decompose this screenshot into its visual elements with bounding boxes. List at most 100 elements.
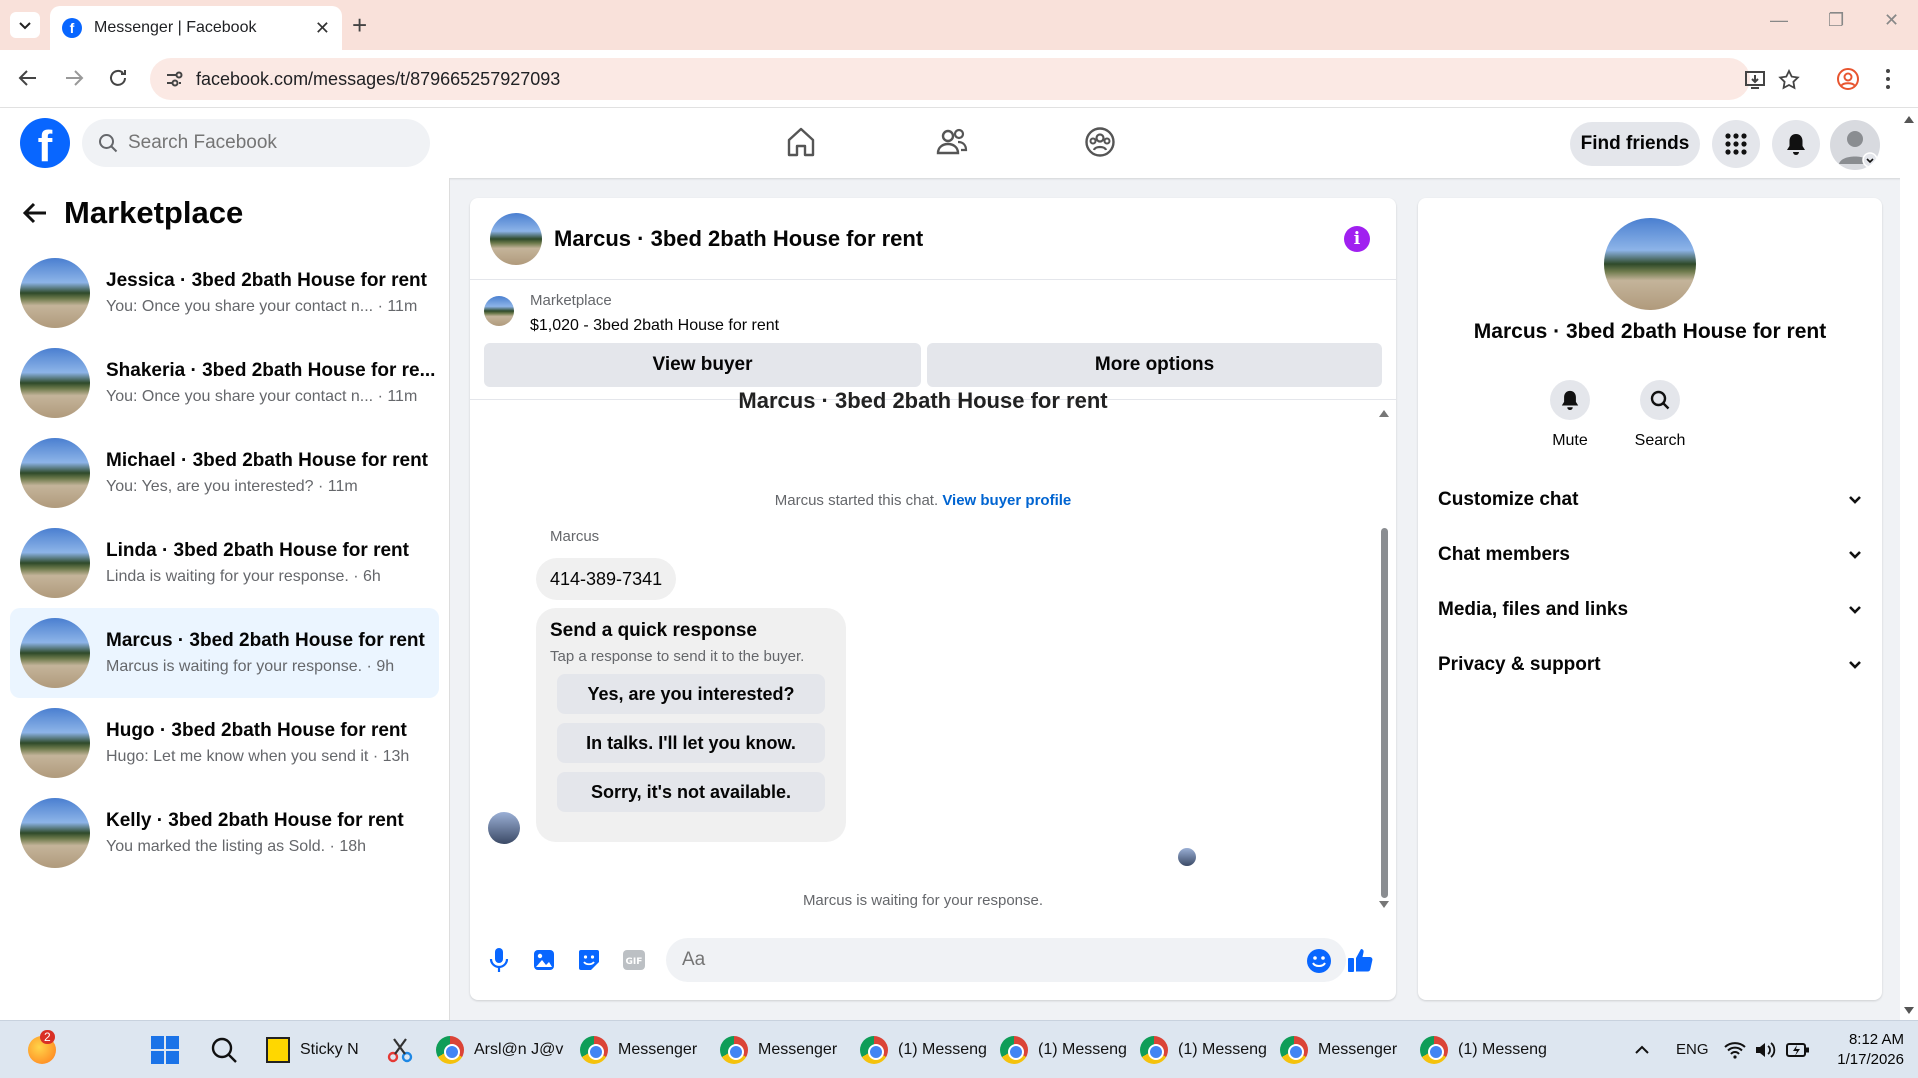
bookmark-star-icon[interactable] — [1778, 69, 1800, 91]
back-arrow-icon[interactable] — [22, 201, 48, 225]
new-tab-button[interactable]: + — [352, 12, 367, 38]
close-window-icon[interactable]: ✕ — [1884, 10, 1899, 31]
system-clock[interactable]: 8:12 AM 1/17/2026 — [1820, 1030, 1904, 1070]
mute-label: Mute — [1552, 432, 1588, 449]
facebook-favicon-icon: f — [62, 18, 82, 38]
restore-icon[interactable]: ❐ — [1828, 10, 1844, 31]
taskbar-chrome-window[interactable]: Arsl@n J@v — [436, 1030, 563, 1070]
weather-widget[interactable]: 2 — [28, 1030, 56, 1070]
mute-action[interactable]: Mute — [1530, 380, 1610, 450]
page-scrollbar[interactable] — [1900, 108, 1918, 1020]
taskbar-sticky-notes[interactable]: Sticky N — [266, 1030, 359, 1070]
scroll-up-icon[interactable] — [1378, 408, 1390, 418]
scrollbar-thumb[interactable] — [1381, 528, 1388, 898]
tab-close-icon[interactable]: ✕ — [315, 18, 330, 39]
chevron-up-icon[interactable] — [1634, 1043, 1650, 1055]
thread-scrollbar[interactable] — [1378, 408, 1390, 908]
menu-grid-button[interactable] — [1712, 120, 1760, 168]
quick-response-button[interactable]: Sorry, it's not available. — [557, 772, 825, 812]
browser-tab-messenger[interactable]: f Messenger | Facebook ✕ — [50, 6, 342, 50]
sender-avatar[interactable] — [488, 812, 520, 844]
sticker-icon[interactable] — [576, 947, 602, 973]
quick-response-button[interactable]: Yes, are you interested? — [557, 674, 825, 714]
listing-price-title[interactable]: $1,020 - 3bed 2bath House for rent — [530, 317, 1382, 335]
conversation-item-active[interactable]: Marcus · 3bed 2bath House for rent Marcus… — [10, 608, 439, 698]
chat-title[interactable]: Marcus · 3bed 2bath House for rent — [554, 226, 923, 252]
start-button[interactable] — [150, 1030, 180, 1070]
taskbar-chrome-window[interactable]: Messenger — [580, 1030, 697, 1070]
media-files-links-section[interactable]: Media, files and links — [1438, 590, 1862, 630]
taskbar-chrome-window[interactable]: Messenger — [1280, 1030, 1397, 1070]
message-bubble[interactable]: 414-389-7341 — [536, 558, 677, 600]
scroll-down-icon[interactable] — [1903, 1006, 1915, 1016]
tab-title: Messenger | Facebook — [94, 19, 257, 36]
taskbar-chrome-window[interactable]: (1) Messeng — [860, 1030, 987, 1070]
taskbar-snipping-tool[interactable] — [386, 1030, 414, 1070]
view-buyer-button[interactable]: View buyer — [484, 343, 922, 387]
browser-menu-icon[interactable] — [1884, 67, 1892, 91]
taskbar-chrome-window[interactable]: (1) Messeng — [1420, 1030, 1547, 1070]
thumbs-up-icon[interactable] — [1346, 946, 1374, 974]
facebook-search-input[interactable] — [128, 132, 408, 154]
wifi-icon[interactable] — [1724, 1041, 1746, 1059]
forward-arrow-icon[interactable] — [62, 66, 86, 90]
tab-search-button[interactable] — [10, 12, 40, 38]
chrome-icon — [1140, 1036, 1168, 1064]
section-label: Customize chat — [1438, 489, 1579, 510]
language-indicator[interactable]: ENG — [1676, 1041, 1709, 1058]
message-input[interactable] — [682, 949, 1262, 971]
bell-icon — [1787, 134, 1805, 155]
install-app-icon[interactable] — [1744, 69, 1766, 91]
chrome-icon — [1000, 1036, 1028, 1064]
customize-chat-section[interactable]: Customize chat — [1438, 480, 1862, 520]
facebook-logo-icon[interactable]: f — [20, 118, 70, 168]
emoji-icon[interactable] — [1306, 948, 1332, 974]
home-icon[interactable] — [786, 126, 816, 158]
conversation-item[interactable]: Hugo · 3bed 2bath House for rent Hugo: Le… — [10, 698, 439, 788]
minimize-icon[interactable]: — — [1770, 10, 1788, 31]
chat-members-section[interactable]: Chat members — [1438, 535, 1862, 575]
taskbar-chrome-window[interactable]: Messenger — [720, 1030, 837, 1070]
conversation-item[interactable]: Kelly · 3bed 2bath House for rent You mar… — [10, 788, 439, 878]
groups-icon[interactable] — [1084, 126, 1116, 158]
message-input-box[interactable] — [666, 938, 1346, 982]
conversation-name: Marcus · 3bed 2bath House for rent — [106, 630, 425, 651]
taskbar-search-button[interactable] — [210, 1030, 238, 1070]
chat-listing-thumbnail[interactable] — [490, 212, 542, 265]
privacy-support-section[interactable]: Privacy & support — [1438, 645, 1862, 685]
site-info-icon[interactable] — [164, 69, 184, 89]
scroll-down-icon[interactable] — [1378, 900, 1390, 910]
chat-profile-thumbnail[interactable] — [1604, 218, 1696, 310]
conversation-item[interactable]: Jessica · 3bed 2bath House for rent You: … — [10, 248, 439, 338]
facebook-search-box[interactable] — [82, 119, 430, 167]
gif-icon[interactable]: GIF — [621, 947, 647, 973]
friends-icon[interactable] — [936, 126, 968, 158]
taskbar-label: Messenger — [758, 1041, 838, 1058]
account-avatar[interactable] — [1830, 120, 1880, 170]
taskbar-chrome-window[interactable]: (1) Messeng — [1000, 1030, 1127, 1070]
conversation-item[interactable]: Shakeria · 3bed 2bath House for re... You… — [10, 338, 439, 428]
notifications-button[interactable] — [1772, 120, 1820, 168]
back-arrow-icon[interactable] — [16, 66, 40, 90]
chat-started-notice: Marcus started this chat. View buyer pro… — [470, 492, 1376, 509]
url-omnibox[interactable]: facebook.com/messages/t/879665257927093 — [150, 58, 1800, 100]
info-icon[interactable]: i — [1344, 226, 1370, 252]
facebook-header: f Find friends — [0, 108, 1918, 178]
find-friends-button[interactable]: Find friends — [1570, 122, 1700, 166]
profile-icon[interactable] — [1836, 67, 1860, 91]
reload-icon[interactable] — [106, 66, 130, 90]
search-action[interactable]: Search — [1620, 380, 1700, 450]
volume-icon[interactable] — [1754, 1041, 1776, 1059]
conversation-item[interactable]: Michael · 3bed 2bath House for rent You: … — [10, 428, 439, 518]
conversation-item[interactable]: Linda · 3bed 2bath House for rent Linda i… — [10, 518, 439, 608]
listing-thumbnail — [20, 348, 90, 418]
listing-thumbnail-small[interactable] — [484, 296, 514, 326]
taskbar-chrome-window[interactable]: (1) Messeng — [1140, 1030, 1267, 1070]
scroll-up-icon[interactable] — [1903, 114, 1915, 124]
view-buyer-profile-link[interactable]: View buyer profile — [942, 492, 1071, 509]
quick-response-button[interactable]: In talks. I'll let you know. — [557, 723, 825, 763]
more-options-button[interactable]: More options — [927, 343, 1382, 387]
photo-icon[interactable] — [531, 947, 557, 973]
battery-icon[interactable] — [1786, 1041, 1810, 1059]
microphone-icon[interactable] — [486, 947, 512, 973]
